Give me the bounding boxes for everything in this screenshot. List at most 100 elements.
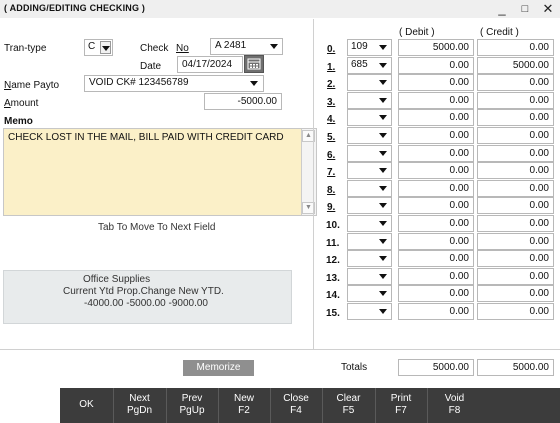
debit-input[interactable]: 0.00 [398, 233, 474, 250]
account-select[interactable] [347, 162, 392, 179]
account-select[interactable] [347, 180, 392, 197]
calendar-icon[interactable] [244, 55, 264, 73]
credit-input[interactable]: 0.00 [477, 127, 554, 144]
debit-input[interactable]: 0.00 [398, 285, 474, 302]
trantype-dropdown[interactable] [100, 41, 111, 54]
maximize-button[interactable]: □ [517, 1, 533, 17]
debit-input[interactable]: 0.00 [398, 57, 474, 74]
account-select[interactable] [347, 74, 392, 91]
credit-input[interactable]: 0.00 [477, 74, 554, 91]
grid-row-index: 5. [327, 132, 336, 143]
credit-input[interactable]: 0.00 [477, 215, 554, 232]
grid-row-index: 7. [327, 167, 336, 178]
chevron-down-icon [379, 291, 387, 296]
grid-row-index: 13. [326, 273, 340, 284]
account-select[interactable]: 685 [347, 57, 392, 74]
debit-input[interactable]: 0.00 [398, 74, 474, 91]
memo-textarea[interactable]: CHECK LOST IN THE MAIL, BILL PAID WITH C… [3, 128, 317, 216]
grid-row-index: 10. [326, 220, 340, 231]
debit-input[interactable]: 5000.00 [398, 39, 474, 56]
function-key-separator [270, 388, 271, 423]
chevron-down-icon [379, 98, 387, 103]
date-label: Date [140, 61, 162, 72]
chevron-down-icon [379, 63, 387, 68]
credit-input[interactable]: 0.00 [477, 250, 554, 267]
debit-input[interactable]: 0.00 [398, 215, 474, 232]
debit-input[interactable]: 0.00 [398, 197, 474, 214]
account-select[interactable] [347, 127, 392, 144]
chevron-down-icon [379, 239, 387, 244]
grid-row-index: 6. [327, 150, 336, 161]
credit-input[interactable]: 0.00 [477, 39, 554, 56]
check-no-label: No [176, 43, 189, 54]
chevron-down-icon [379, 80, 387, 85]
payto-select[interactable]: VOID CK# 123456789 [84, 75, 264, 92]
credit-input[interactable]: 0.00 [477, 92, 554, 109]
credit-input[interactable]: 0.00 [477, 197, 554, 214]
credit-input[interactable]: 0.00 [477, 268, 554, 285]
window-title: ( ADDING/EDITING CHECKING ) [4, 3, 146, 13]
function-key-separator [427, 388, 428, 423]
clear-button[interactable]: Clear F5 [322, 388, 375, 423]
debit-input[interactable]: 0.00 [398, 162, 474, 179]
amount-input[interactable]: -5000.00 [204, 93, 282, 110]
grid-row-index: 0. [327, 44, 336, 55]
memorize-button[interactable]: Memorize [183, 360, 254, 376]
check-no-select[interactable]: A 2481 [210, 38, 283, 55]
debit-input[interactable]: 0.00 [398, 145, 474, 162]
close-window-button[interactable]: ✕ [540, 1, 556, 17]
account-name: Office Supplies [83, 274, 151, 285]
grid-row-index: 3. [327, 97, 336, 108]
debit-input[interactable]: 0.00 [398, 127, 474, 144]
account-select[interactable] [347, 285, 392, 302]
prev-button[interactable]: Prev PgUp [166, 388, 218, 423]
void-button[interactable]: Void F8 [427, 388, 482, 423]
credit-input[interactable]: 0.00 [477, 285, 554, 302]
account-select[interactable] [347, 197, 392, 214]
account-info-panel: Office Supplies Current Ytd Prop.Change … [3, 270, 292, 324]
account-select[interactable] [347, 215, 392, 232]
account-values: -4000.00 -5000.00 -9000.00 [84, 298, 208, 309]
account-select[interactable] [347, 233, 392, 250]
chevron-down-icon [379, 203, 387, 208]
new-button[interactable]: New F2 [218, 388, 270, 423]
totals-label: Totals [341, 362, 368, 373]
credit-input[interactable]: 0.00 [477, 162, 554, 179]
account-select[interactable] [347, 303, 392, 320]
debit-input[interactable]: 0.00 [398, 303, 474, 320]
debit-input[interactable]: 0.00 [398, 268, 474, 285]
debit-input[interactable]: 0.00 [398, 180, 474, 197]
credit-header: ( Credit ) [480, 27, 519, 38]
credit-input[interactable]: 0.00 [477, 145, 554, 162]
next-button[interactable]: Next PgDn [113, 388, 166, 423]
grid-row-index: 11. [326, 238, 340, 249]
credit-input[interactable]: 0.00 [477, 180, 554, 197]
debit-input[interactable]: 0.00 [398, 92, 474, 109]
account-select[interactable] [347, 145, 392, 162]
total-debit: 5000.00 [398, 359, 474, 376]
debit-input[interactable]: 0.00 [398, 250, 474, 267]
account-select[interactable] [347, 109, 392, 126]
total-credit: 5000.00 [477, 359, 554, 376]
minimize-button[interactable]: _ [494, 1, 510, 17]
account-select[interactable] [347, 268, 392, 285]
debit-input[interactable]: 0.00 [398, 109, 474, 126]
credit-input[interactable]: 0.00 [477, 109, 554, 126]
credit-input[interactable]: 5000.00 [477, 57, 554, 74]
close-button[interactable]: Close F4 [270, 388, 322, 423]
date-input[interactable]: 04/17/2024 [177, 56, 243, 73]
ok-button[interactable]: OK [60, 388, 113, 423]
account-select[interactable] [347, 92, 392, 109]
chevron-down-icon [379, 221, 387, 226]
credit-input[interactable]: 0.00 [477, 303, 554, 320]
grid-row-index: 4. [327, 114, 336, 125]
chevron-down-icon [102, 46, 110, 51]
credit-input[interactable]: 0.00 [477, 233, 554, 250]
chevron-down-icon [379, 133, 387, 138]
function-key-separator [322, 388, 323, 423]
account-select[interactable]: 109 [347, 39, 392, 56]
grid-row-index: 14. [326, 290, 340, 301]
account-select[interactable] [347, 250, 392, 267]
trantype-select[interactable]: C [84, 39, 113, 56]
print-button[interactable]: Print F7 [375, 388, 427, 423]
